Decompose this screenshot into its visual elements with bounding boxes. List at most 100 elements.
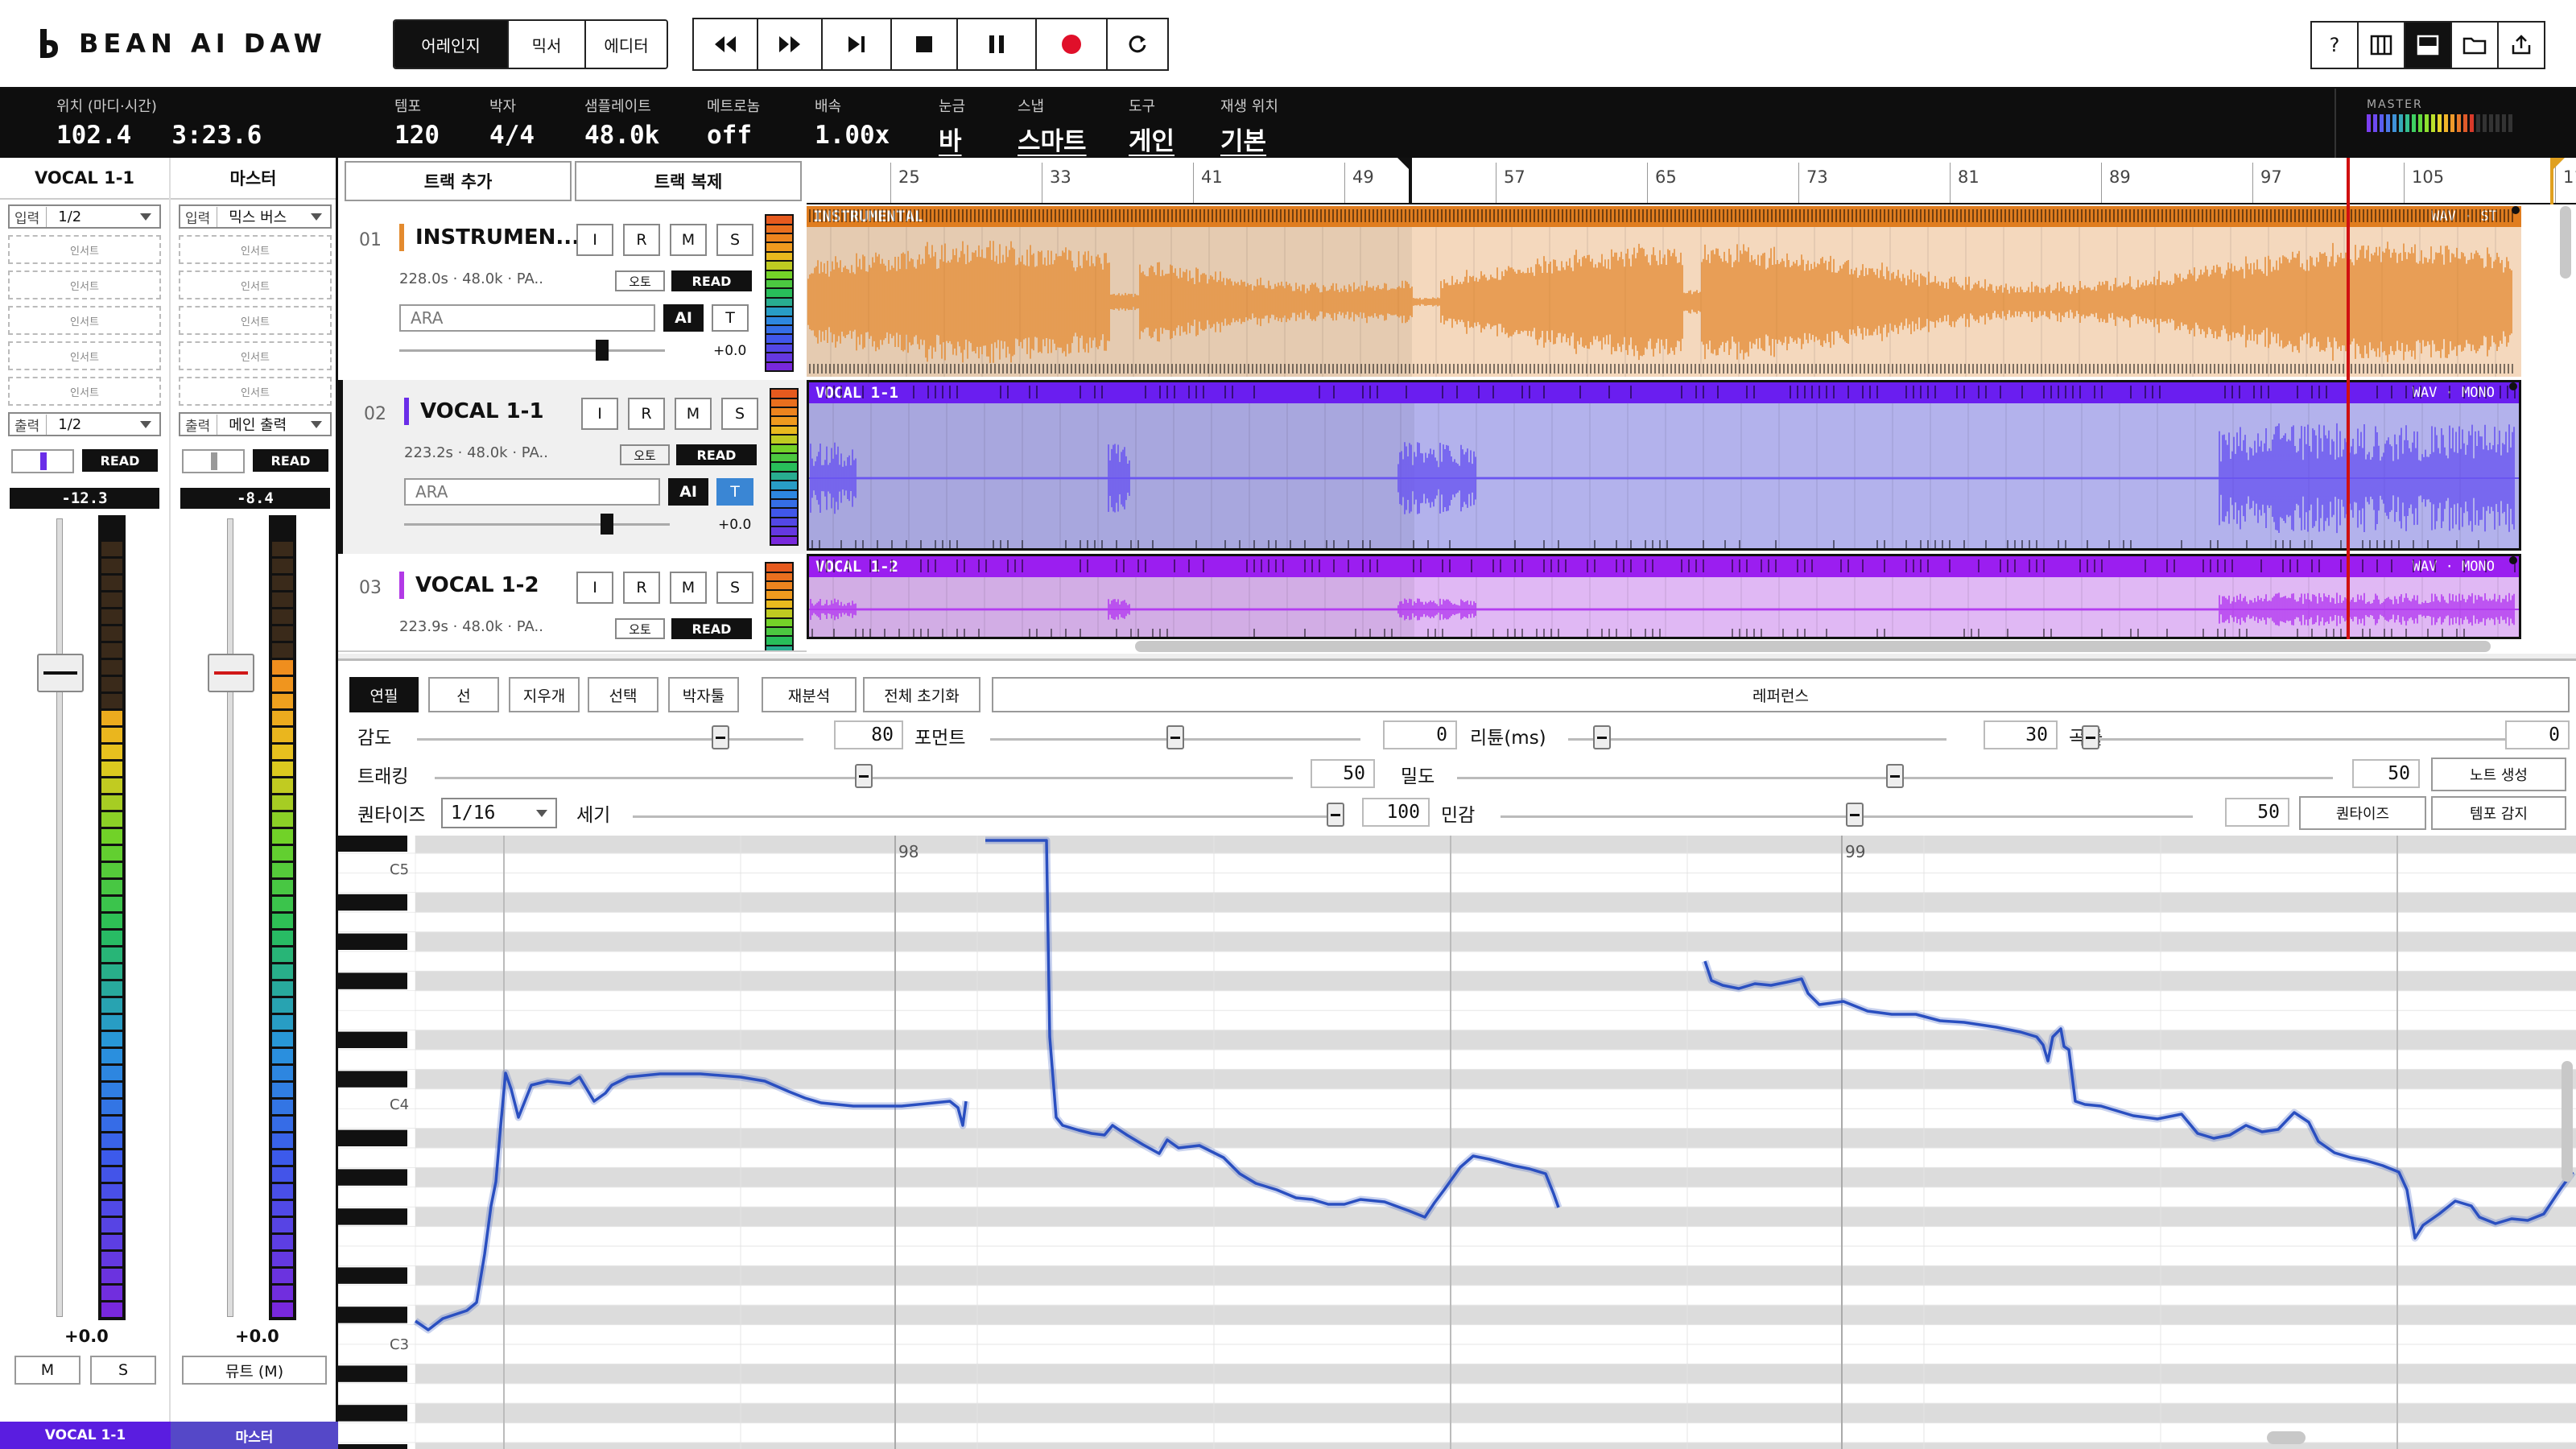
piano-key[interactable] (338, 1422, 416, 1443)
skip-end-button[interactable] (821, 18, 892, 71)
read-button[interactable]: READ (671, 618, 752, 639)
status-tool[interactable]: 도구 게인 (1129, 95, 1174, 157)
solo-button[interactable]: S (716, 224, 753, 256)
quantize-select[interactable]: 1/16 (441, 798, 557, 828)
input-select[interactable]: 입력 믹스 버스 (179, 204, 332, 229)
roll-vertical-scrollbar[interactable] (2562, 1061, 2573, 1182)
track-header[interactable]: 03 VOCAL 1-2 I R M S 223.9s · 48.0k · PA.. 오토 RE… (338, 554, 807, 652)
piano-key-black[interactable] (338, 894, 407, 911)
param-value[interactable]: 80 (834, 720, 903, 749)
ai-button[interactable]: AI (668, 478, 708, 506)
param-value[interactable]: 100 (1362, 798, 1430, 827)
sensitivity2-slider[interactable] (1846, 803, 1864, 827)
insert-slot[interactable]: 인서트 (8, 377, 161, 406)
audio-clip[interactable]: VOCAL 1-2 WAV · MONO (807, 554, 2521, 639)
track-name[interactable]: VOCAL 1-1 (420, 399, 544, 423)
mute-button[interactable]: M (675, 398, 712, 430)
output-select[interactable]: 출력 1/2 (8, 412, 161, 436)
reference-button[interactable]: 레퍼런스 (992, 677, 2570, 712)
clip-end-handle[interactable] (2512, 206, 2520, 214)
volume-fader[interactable] (37, 654, 84, 692)
piano-key[interactable] (338, 1009, 416, 1030)
clip-end-handle[interactable] (2509, 382, 2517, 390)
export-button[interactable] (2497, 21, 2545, 69)
piano-key[interactable] (338, 1226, 416, 1247)
ara-field[interactable]: ARA (404, 478, 660, 506)
status-grid[interactable]: 눈금 바 (939, 95, 965, 157)
record-arm-button[interactable]: R (623, 224, 660, 256)
add-track-button[interactable]: 트랙 추가 (345, 161, 572, 201)
insert-slot[interactable]: 인서트 (8, 306, 161, 335)
piano-key[interactable] (338, 1383, 416, 1404)
insert-slot[interactable]: 인서트 (179, 306, 332, 335)
tab-editor[interactable]: 에디터 (586, 21, 667, 68)
automation-button[interactable]: 오토 (620, 444, 670, 465)
sensitivity-slider[interactable] (712, 725, 730, 749)
tab-mixer[interactable]: 믹서 (509, 21, 586, 68)
param-value[interactable]: 50 (2225, 798, 2289, 827)
ai-button[interactable]: AI (663, 304, 704, 332)
piano-key-black[interactable] (338, 1267, 407, 1284)
automation-button[interactable]: 오토 (615, 270, 665, 291)
piano-key-black[interactable] (338, 1129, 407, 1146)
clip-end-handle[interactable] (2509, 556, 2517, 564)
piano-key-black[interactable] (338, 1208, 407, 1225)
param-value[interactable]: 0 (2505, 720, 2570, 749)
read-button[interactable]: READ (671, 270, 752, 291)
tool-tempo[interactable]: 박자툴 (668, 677, 739, 712)
track-name[interactable]: INSTRUMEN... (415, 225, 580, 250)
input-monitor-button[interactable]: I (576, 572, 613, 604)
tune-button[interactable]: T (716, 478, 753, 506)
insert-slot[interactable]: 인서트 (179, 235, 332, 264)
note-generate-button[interactable]: 노트 생성 (2431, 758, 2566, 791)
mute-button[interactable]: M (14, 1356, 80, 1385)
open-button[interactable] (2450, 21, 2499, 69)
audio-clip[interactable]: VOCAL 1-1 WAV · MONO (807, 380, 2521, 551)
rewind-button[interactable] (692, 18, 758, 71)
pan-control[interactable] (11, 449, 74, 473)
stop-button[interactable] (890, 18, 958, 71)
master-mute-button[interactable]: 뮤트 (M) (182, 1356, 327, 1385)
insert-slot[interactable]: 인서트 (8, 341, 161, 370)
tracking-slider[interactable] (855, 764, 873, 788)
insert-slot[interactable]: 인서트 (8, 270, 161, 299)
timeline-ruler[interactable]: 25 33 41 49 57 65 73 81 89 97 105 113 (807, 158, 2576, 204)
formant-slider[interactable] (1166, 725, 1184, 749)
param-value[interactable]: 50 (1311, 759, 1375, 788)
status-metronome[interactable]: 메트로놈 off (707, 95, 760, 150)
tune-button[interactable]: T (712, 304, 749, 332)
status-snap[interactable]: 스냅 스마트 (1018, 95, 1087, 157)
piano-key-black[interactable] (338, 1071, 407, 1088)
piano-key-black[interactable] (338, 1169, 407, 1186)
tempo-detect-button[interactable]: 템포 감지 (2431, 796, 2566, 830)
reset-all-button[interactable]: 전체 초기화 (863, 677, 980, 712)
volume-fader[interactable] (208, 654, 254, 692)
piano-key[interactable] (338, 1285, 416, 1306)
arrange-horizontal-scrollbar[interactable] (1135, 641, 2491, 652)
roll-horizontal-scrollbar[interactable] (2267, 1431, 2306, 1444)
tool-eraser[interactable]: 지우개 (509, 677, 580, 712)
tool-select[interactable]: 선택 (588, 677, 658, 712)
status-speed[interactable]: 배속 1.00x (815, 95, 890, 150)
audio-clip[interactable]: INSTRUMENTAL WAV · ST (807, 206, 2521, 377)
piano-key-black[interactable] (338, 1405, 407, 1422)
solo-button[interactable]: S (721, 398, 758, 430)
duplicate-track-button[interactable]: 트랙 복제 (575, 161, 802, 201)
piano-key[interactable] (338, 951, 416, 972)
fast-forward-button[interactable] (757, 18, 823, 71)
piano-key-black[interactable] (338, 1307, 407, 1323)
pan-control[interactable] (182, 449, 245, 473)
track-name[interactable]: VOCAL 1-2 (415, 573, 539, 597)
status-tempo[interactable]: 템포 120 (394, 95, 440, 150)
record-arm-button[interactable]: R (628, 398, 665, 430)
status-time-sig[interactable]: 박자 4/4 (489, 95, 535, 150)
insert-slot[interactable]: 인서트 (179, 270, 332, 299)
read-button[interactable]: READ (676, 444, 757, 465)
piano-key[interactable] (338, 1245, 416, 1266)
automation-button[interactable]: 오토 (615, 618, 665, 639)
status-sample-rate[interactable]: 샘플레이트 48.0k (584, 95, 659, 150)
input-monitor-button[interactable]: I (581, 398, 618, 430)
help-button[interactable]: ? (2310, 21, 2359, 69)
playhead[interactable] (2346, 158, 2350, 639)
volume-slider[interactable] (596, 340, 609, 361)
